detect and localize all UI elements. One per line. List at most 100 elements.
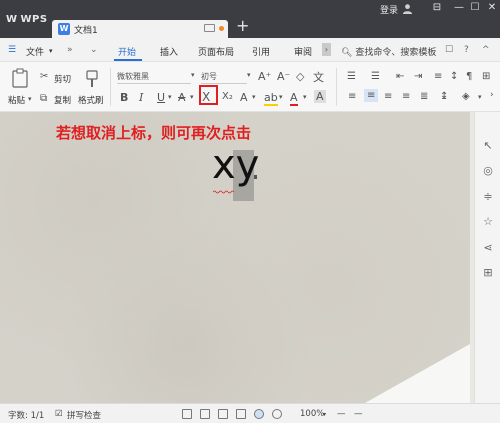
- login-link[interactable]: 登录: [380, 3, 398, 16]
- highlight-dropdown-icon[interactable]: ▾: [279, 93, 283, 101]
- help-icon[interactable]: ?: [464, 45, 469, 55]
- line-spacing-icon[interactable]: ↨: [440, 91, 448, 102]
- zoom-level[interactable]: 100%: [300, 409, 324, 419]
- star-icon[interactable]: ☆: [482, 216, 494, 228]
- apps-grid-icon[interactable]: ⊞: [482, 267, 494, 279]
- italic-button[interactable]: I: [139, 91, 143, 104]
- close-button[interactable]: ✕: [485, 2, 499, 13]
- underline-dropdown-icon[interactable]: ▾: [168, 93, 172, 101]
- select-arrow-icon[interactable]: ↖: [482, 140, 494, 152]
- word-count[interactable]: 字数: 1/1: [8, 409, 44, 421]
- align-left-icon[interactable]: ≡: [348, 91, 356, 102]
- command-search[interactable]: 🔍︎ 查找命令、搜索模板: [341, 45, 436, 58]
- strike-dropdown-icon[interactable]: ▾: [190, 93, 194, 101]
- tab-insert[interactable]: 插入: [160, 45, 178, 58]
- tab-page-layout[interactable]: 页面布局: [198, 45, 234, 58]
- web-view-icon[interactable]: [254, 409, 264, 419]
- user-avatar-icon[interactable]: [402, 3, 413, 14]
- settings-button[interactable]: ⊟: [430, 2, 444, 13]
- bold-button[interactable]: B: [120, 91, 128, 104]
- strikethrough-icon[interactable]: A: [178, 91, 186, 104]
- distribute-icon[interactable]: ≣: [420, 91, 428, 102]
- active-tab-underline: [114, 59, 142, 61]
- text-effect-icon[interactable]: A: [240, 91, 248, 104]
- table-tools-icon[interactable]: ⊞: [482, 71, 490, 82]
- share-nodes-icon[interactable]: ⋖: [482, 242, 494, 254]
- document-tab-name: 文档1: [74, 26, 98, 36]
- wps-w-icon: W: [6, 14, 18, 25]
- unsaved-dot-icon: [219, 26, 224, 31]
- decrease-indent-icon[interactable]: ⇤: [396, 71, 404, 82]
- bullet-list-icon[interactable]: ☰: [347, 71, 356, 82]
- page-view-icon[interactable]: [218, 409, 228, 419]
- text-direction-icon[interactable]: ≡: [434, 71, 442, 82]
- font-size-select[interactable]: 初号: [201, 71, 247, 84]
- shrink-font-icon[interactable]: A⁻: [277, 70, 290, 83]
- read-view-icon[interactable]: [200, 409, 210, 419]
- eye-protect-icon[interactable]: [272, 409, 282, 419]
- sort-icon[interactable]: ↕: [450, 71, 458, 82]
- numbered-list-icon[interactable]: ☰: [371, 71, 380, 82]
- ribbon-toolbar: 粘贴 ▾ ✂ 剪切 ⧉ 复制 格式刷 微软雅黑 ▾ 初号 ▾ A⁺ A⁻ ◇ 文…: [0, 62, 500, 112]
- pinyin-icon[interactable]: 文: [313, 69, 324, 85]
- file-dropdown-icon[interactable]: ▾: [49, 47, 53, 55]
- highlight-box: [199, 85, 218, 105]
- spell-check-icon[interactable]: ☑: [55, 409, 63, 419]
- format-painter-button[interactable]: 格式刷: [78, 94, 104, 106]
- maximize-button[interactable]: ☐: [468, 2, 482, 13]
- fullscreen-icon[interactable]: [182, 409, 192, 419]
- zoom-dropdown-icon[interactable]: ▾: [323, 411, 326, 418]
- subscript-icon[interactable]: X₂: [222, 91, 233, 102]
- grow-font-icon[interactable]: A⁺: [258, 70, 271, 83]
- tab-scroll-button[interactable]: ›: [322, 43, 331, 56]
- shapes-icon[interactable]: ◎: [482, 165, 494, 177]
- share-icon[interactable]: ☐: [445, 45, 453, 55]
- paste-button[interactable]: 粘贴: [8, 94, 25, 106]
- spell-check-button[interactable]: 拼写检查: [67, 409, 101, 421]
- more-icon[interactable]: »: [67, 45, 73, 55]
- paste-icon[interactable]: [11, 68, 29, 88]
- justify-icon[interactable]: ≡: [402, 91, 410, 102]
- clear-format-icon[interactable]: ◇: [296, 70, 304, 83]
- align-center-icon[interactable]: ≡: [364, 89, 379, 102]
- spellcheck-underline: [213, 190, 235, 194]
- show-marks-icon[interactable]: ¶: [466, 71, 472, 82]
- size-dropdown-icon[interactable]: ▾: [247, 71, 251, 79]
- ribbon-more-icon[interactable]: ›: [490, 90, 494, 100]
- font-color-dropdown-icon[interactable]: ▾: [303, 93, 307, 101]
- zoom-out-button[interactable]: —: [337, 409, 346, 419]
- shading-dropdown-icon[interactable]: ▾: [478, 93, 482, 101]
- increase-indent-icon[interactable]: ⇥: [414, 71, 422, 82]
- wps-logo[interactable]: W WPS: [6, 14, 48, 25]
- font-dropdown-icon[interactable]: ▾: [191, 71, 195, 79]
- tab-review[interactable]: 审阅: [294, 45, 312, 58]
- zoom-in-button[interactable]: —: [354, 409, 363, 419]
- hamburger-icon[interactable]: ☰: [8, 45, 16, 55]
- paste-dropdown-icon[interactable]: ▾: [28, 95, 32, 103]
- adjust-icon[interactable]: ≑: [482, 191, 494, 203]
- format-painter-icon[interactable]: [84, 70, 100, 88]
- copy-icon[interactable]: ⧉: [40, 93, 47, 104]
- minimize-button[interactable]: —: [452, 2, 466, 13]
- chevron-down-icon[interactable]: ⌄: [90, 45, 98, 55]
- font-color-icon[interactable]: A: [290, 91, 298, 106]
- collapse-ribbon-icon[interactable]: ^: [482, 45, 490, 55]
- scissors-icon[interactable]: ✂: [40, 71, 48, 82]
- document-tab[interactable]: W 文档1: [52, 20, 228, 38]
- underline-button[interactable]: U: [157, 91, 165, 104]
- highlight-icon[interactable]: ab: [264, 91, 278, 106]
- cut-button[interactable]: 剪切: [54, 73, 71, 85]
- monitor-icon[interactable]: [204, 24, 215, 32]
- tab-references[interactable]: 引用: [252, 45, 270, 58]
- tab-home[interactable]: 开始: [118, 45, 136, 58]
- outline-view-icon[interactable]: [236, 409, 246, 419]
- font-name-select[interactable]: 微软雅黑: [117, 71, 191, 84]
- document-text[interactable]: xy: [212, 145, 259, 185]
- new-tab-button[interactable]: +: [236, 16, 249, 35]
- shading-icon[interactable]: ◈: [462, 91, 470, 102]
- copy-button[interactable]: 复制: [54, 94, 71, 106]
- align-right-icon[interactable]: ≡: [384, 91, 392, 102]
- char-shading-icon[interactable]: A: [314, 90, 326, 103]
- effect-dropdown-icon[interactable]: ▾: [252, 93, 256, 101]
- file-menu[interactable]: 文件: [26, 45, 44, 58]
